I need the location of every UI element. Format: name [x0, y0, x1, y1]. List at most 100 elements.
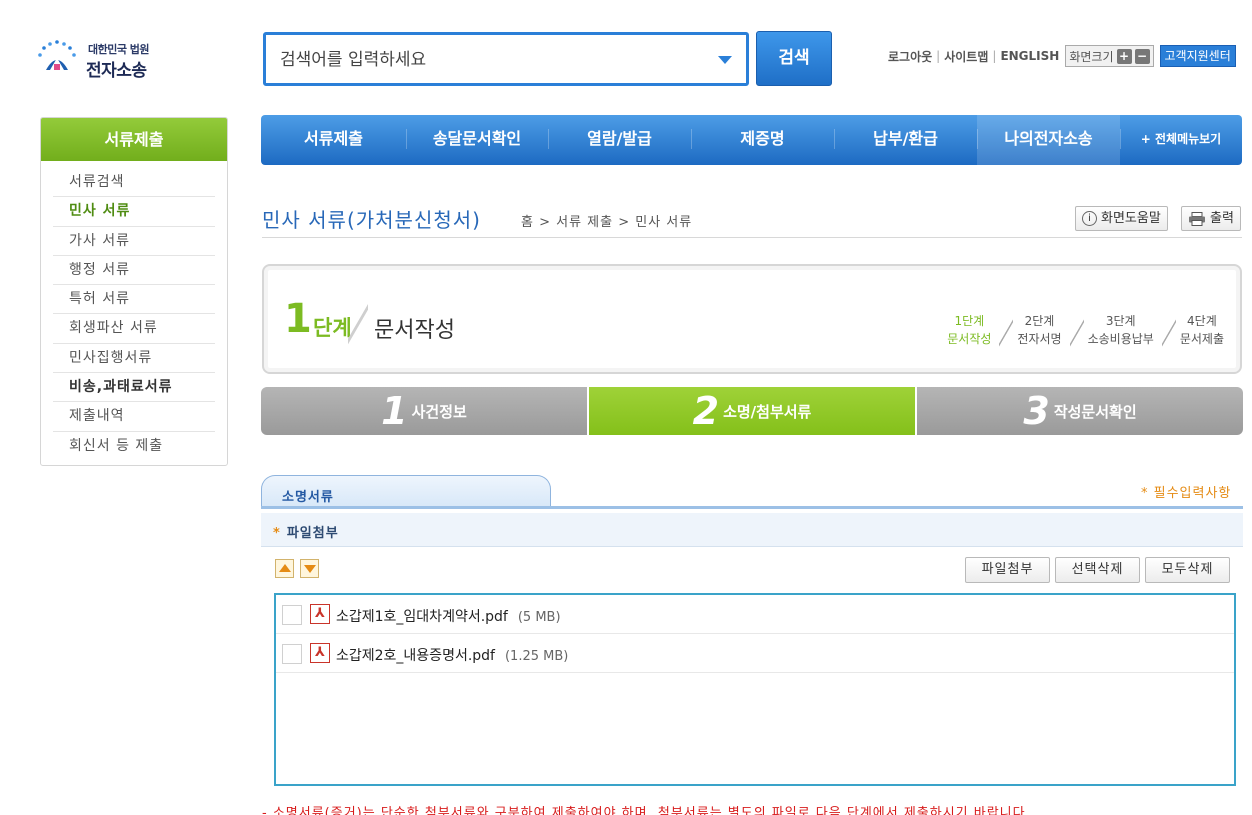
file-name: 소갑제2호_내용증명서.pdf (1.25 MB)	[336, 645, 568, 665]
file-name-text: 소갑제1호_임대차계약서.pdf	[336, 609, 508, 625]
required-field-note: * 필수입력사항	[1141, 486, 1232, 501]
sidebar-title: 서류제출	[41, 118, 227, 161]
arrow-down-icon	[304, 565, 316, 573]
pdf-icon: ⅄	[310, 643, 330, 663]
sidebar-item-bankruptcy-documents[interactable]: 회생파산 서류	[53, 314, 215, 344]
sidebar-item-document-search[interactable]: 서류검색	[53, 168, 215, 198]
court-logo[interactable]: 대한민국 법원 전자소송	[36, 36, 166, 81]
info-icon: i	[1082, 211, 1097, 226]
logo-title: 전자소송	[86, 61, 147, 81]
sidebar-item-family-documents[interactable]: 가사 서류	[53, 227, 215, 256]
attach-file-button[interactable]: 파일첨부	[965, 557, 1050, 583]
breadcrumb: 홈 > 서류 제출 > 민사 서류	[521, 215, 693, 230]
delete-selected-button[interactable]: 선택삭제	[1055, 557, 1140, 583]
printer-icon	[1189, 211, 1205, 226]
file-checkbox[interactable]	[282, 605, 302, 625]
file-attach-title: * 파일첨부	[273, 522, 339, 541]
tab-number: 3	[1023, 389, 1050, 433]
file-size: (5 MB)	[517, 610, 561, 625]
customer-center-button[interactable]: 고객지원센터	[1159, 45, 1236, 67]
step-indicator-number: 3단계	[1105, 314, 1136, 328]
search-box[interactable]	[263, 32, 749, 86]
english-link[interactable]: ENGLISH	[1000, 49, 1059, 63]
tab-label: 사건정보	[411, 402, 467, 421]
move-down-button[interactable]	[300, 559, 319, 578]
tab-case-info[interactable]: 1 사건정보	[261, 387, 589, 435]
delete-all-button[interactable]: 모두삭제	[1145, 557, 1230, 583]
font-size-plus-icon[interactable]: +	[1116, 48, 1132, 64]
nav-document-submission[interactable]: 서류제출	[261, 115, 406, 165]
step-indicator-2: 2단계 전자서명	[995, 312, 1065, 350]
sidebar-item-patent-documents[interactable]: 특허 서류	[53, 285, 215, 315]
sidebar-menu: 서류검색 민사 서류 가사 서류 행정 서류 특허 서류 회생파산 서류 민사집…	[41, 161, 227, 461]
screen-help-button[interactable]: i 화면도움말	[1075, 206, 1168, 231]
search-button[interactable]: 검색	[756, 31, 832, 86]
tab-document-review[interactable]: 3 작성문서확인	[917, 387, 1243, 435]
file-checkbox[interactable]	[282, 644, 302, 664]
current-step-name: 문서작성	[374, 318, 455, 343]
tab-label: 소명/첨부서류	[723, 402, 812, 421]
file-row[interactable]: ⅄ 소갑제2호_내용증명서.pdf (1.25 MB)	[276, 634, 1234, 673]
print-label: 출력	[1210, 211, 1234, 226]
move-up-button[interactable]	[275, 559, 294, 578]
section-tab-evidence[interactable]: 소명서류	[261, 475, 551, 507]
step-indicator-1: 1단계 문서작성	[947, 312, 995, 348]
search-input[interactable]	[280, 47, 700, 73]
nav-view-issue[interactable]: 열람/발급	[548, 115, 691, 165]
step-slash-divider	[348, 302, 368, 348]
required-star: *	[273, 526, 281, 541]
step-indicator-list: 1단계 문서작성 2단계 전자서명 3단계 소송비용납부 4단계 문서제출	[947, 312, 1228, 350]
nav-all-menu[interactable]: + 전체메뉴보기	[1120, 115, 1242, 165]
sitemap-link[interactable]: 사이트맵	[944, 48, 988, 65]
font-size-minus-icon[interactable]: −	[1134, 48, 1150, 64]
step-indicator-label: 전자서명	[1017, 332, 1062, 346]
screen-help-label: 화면도움말	[1101, 211, 1161, 226]
search-dropdown-caret-icon[interactable]	[718, 56, 732, 64]
step-indicator-number: 4단계	[1187, 314, 1217, 328]
print-button[interactable]: 출력	[1181, 206, 1241, 231]
sidebar-item-administrative-documents[interactable]: 행정 서류	[53, 256, 215, 286]
current-step-number: 1	[284, 296, 312, 342]
nav-certificates[interactable]: 제증명	[691, 115, 834, 165]
logo-subtitle: 대한민국 법원	[88, 43, 150, 56]
nav-payment-refund[interactable]: 납부/환급	[834, 115, 977, 165]
step-progress-box: 1 단계 문서작성 1단계 문서작성 2단계 전자서명 3단계 소송비용납부 4…	[262, 264, 1242, 374]
tab-evidence-attachments[interactable]: 2 소명/첨부서류	[589, 387, 917, 435]
sidebar: 서류제출 서류검색 민사 서류 가사 서류 행정 서류 특허 서류 회생파산 서…	[40, 117, 228, 466]
section-tab-label: 소명서류	[282, 490, 334, 505]
arrow-up-icon	[279, 564, 291, 572]
sidebar-item-reply-submission[interactable]: 회신서 등 제출	[53, 432, 215, 461]
evidence-notice: - 소명서류(증거)는 단순한 첨부서류와 구분하여 제출하여야 하며, 첨부서…	[262, 806, 1031, 815]
tab-label: 작성문서확인	[1053, 402, 1137, 421]
file-row[interactable]: ⅄ 소갑제1호_임대차계약서.pdf (5 MB)	[276, 595, 1234, 634]
main-navigation: 서류제출 송달문서확인 열람/발급 제증명 납부/환급 나의전자소송 + 전체메…	[261, 115, 1242, 165]
sidebar-item-civil-documents[interactable]: 민사 서류	[53, 197, 215, 227]
sidebar-item-submission-history[interactable]: 제출내역	[53, 402, 215, 432]
section-divider	[261, 506, 1243, 509]
utility-separator: |	[992, 49, 997, 63]
nav-service-check[interactable]: 송달문서확인	[406, 115, 548, 165]
file-size: (1.25 MB)	[504, 649, 569, 664]
step-indicator-3: 3단계 소송비용납부	[1066, 312, 1158, 350]
current-step-unit: 단계	[313, 316, 352, 340]
step-indicator-number: 2단계	[1024, 314, 1055, 328]
attached-file-list[interactable]: ⅄ 소갑제1호_임대차계약서.pdf (5 MB) ⅄ 소갑제2호_내용증명서.p…	[274, 593, 1236, 786]
tab-number: 2	[692, 389, 720, 433]
logout-link[interactable]: 로그아웃	[888, 48, 932, 65]
step-indicator-label: 문서제출	[1179, 332, 1224, 346]
file-name-text: 소갑제2호_내용증명서.pdf	[336, 648, 495, 664]
sidebar-item-non-contentious-documents[interactable]: 비송,과태료서류	[53, 373, 215, 403]
title-divider	[262, 237, 1242, 238]
step-indicator-4: 4단계 문서제출	[1158, 312, 1228, 350]
font-size-control: 화면크기 + −	[1065, 45, 1154, 67]
sub-step-tabs: 1 사건정보 2 소명/첨부서류 3 작성문서확인	[261, 387, 1243, 435]
court-emblem-icon	[38, 40, 76, 70]
sidebar-item-civil-execution-documents[interactable]: 민사집행서류	[53, 344, 215, 374]
step-indicator-label: 소송비용납부	[1087, 332, 1154, 346]
utility-separator: |	[936, 49, 941, 63]
file-attach-label: 파일첨부	[286, 526, 339, 541]
step-indicator-label: 문서작성	[947, 332, 992, 346]
file-name: 소갑제1호_임대차계약서.pdf (5 MB)	[336, 606, 561, 626]
nav-my-e-litigation[interactable]: 나의전자소송	[977, 115, 1120, 165]
step-indicator-number: 1단계	[954, 314, 985, 328]
